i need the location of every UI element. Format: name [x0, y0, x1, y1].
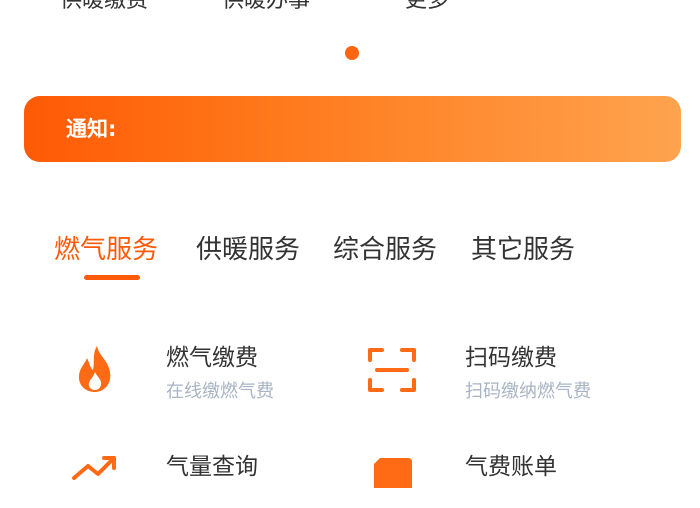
service-gas-bill[interactable]: 气费账单	[364, 448, 654, 488]
service-subtitle: 扫码缴纳燃气费	[465, 381, 591, 402]
service-title: 燃气缴费	[166, 345, 258, 371]
top-nav-item-heating-affairs[interactable]: 供暖办事	[222, 0, 310, 16]
top-nav-item-more[interactable]: 更多	[405, 0, 449, 16]
service-gas-usage-query[interactable]: 气量查询	[68, 448, 328, 488]
tab-gas-service[interactable]: 燃气服务	[54, 228, 158, 272]
notice-bar[interactable]: 通知:	[24, 96, 681, 162]
flame-icon	[68, 342, 124, 398]
top-nav: 供暖缴费 供暖办事 更多	[0, 0, 700, 16]
tab-heating-service[interactable]: 供暖服务	[196, 228, 300, 272]
service-title: 气费账单	[465, 454, 557, 480]
service-scan-payment[interactable]: 扫码缴费 扫码缴纳燃气费	[364, 342, 654, 412]
service-gas-payment[interactable]: 燃气缴费 在线缴燃气费	[68, 342, 328, 412]
carousel-indicator-dot	[345, 46, 359, 60]
service-tabs: 燃气服务 供暖服务 综合服务 其它服务	[0, 228, 700, 288]
tab-other-service[interactable]: 其它服务	[471, 228, 575, 272]
notice-label: 通知:	[66, 117, 117, 141]
service-title: 扫码缴费	[465, 345, 557, 371]
service-subtitle: 在线缴燃气费	[166, 381, 274, 402]
bill-icon	[364, 448, 420, 504]
top-nav-item-heating-pay[interactable]: 供暖缴费	[60, 0, 148, 16]
scan-icon	[364, 342, 420, 398]
tab-general-service[interactable]: 综合服务	[333, 228, 437, 272]
service-title: 气量查询	[166, 454, 258, 480]
active-tab-indicator	[84, 275, 140, 280]
trend-up-icon	[68, 448, 124, 504]
